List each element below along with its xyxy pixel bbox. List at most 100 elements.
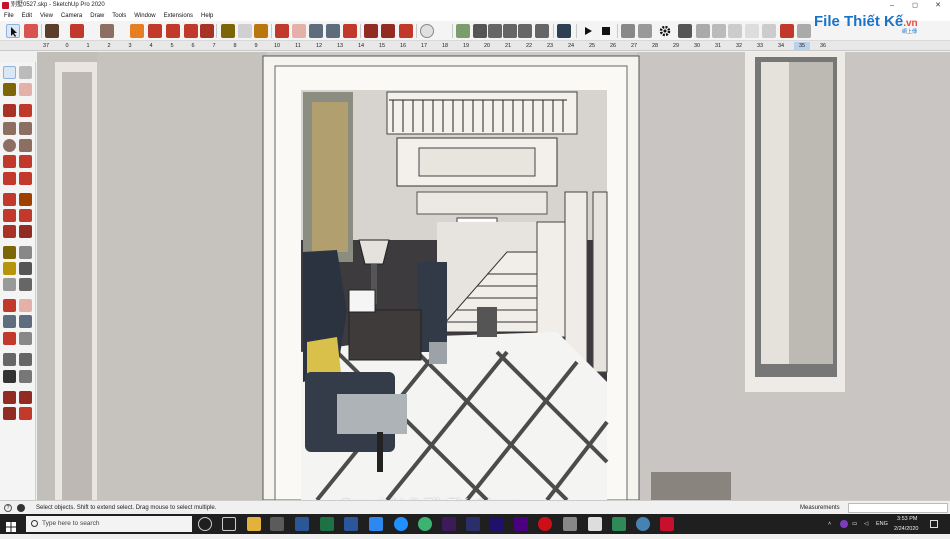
vray-extra-icon[interactable] <box>797 24 811 38</box>
scene-tab[interactable]: 8 <box>227 42 243 50</box>
rotated-rectangle-icon[interactable] <box>19 122 32 135</box>
scene-tab[interactable]: 20 <box>479 42 495 50</box>
render-setting-icon[interactable] <box>621 24 635 38</box>
cortana-icon[interactable] <box>198 517 212 531</box>
menu-edit[interactable]: Edit <box>18 11 36 21</box>
arc-tool-icon[interactable] <box>70 24 84 38</box>
tape-measure-tool-icon[interactable] <box>3 246 16 259</box>
scene-tab[interactable]: 37 <box>38 42 54 50</box>
vray-frame-buffer-icon[interactable] <box>780 24 794 38</box>
dimension-icon[interactable] <box>19 246 32 259</box>
scene-tab[interactable]: 36 <box>815 42 831 50</box>
vray-proxy-icon[interactable] <box>745 24 759 38</box>
scene-tab[interactable]: 7 <box>206 42 222 50</box>
scale-tool-icon[interactable] <box>200 24 214 38</box>
select-tool-icon[interactable] <box>6 24 20 38</box>
scene-tab[interactable]: 9 <box>248 42 264 50</box>
scene-tab[interactable]: 19 <box>458 42 474 50</box>
section-plane-icon[interactable] <box>19 370 32 383</box>
scene-tab[interactable]: 25 <box>584 42 600 50</box>
vray-mesh-icon[interactable] <box>762 24 776 38</box>
scene-tab[interactable]: 27 <box>626 42 642 50</box>
credits-icon[interactable] <box>17 504 25 512</box>
text-icon[interactable] <box>19 262 32 275</box>
scene-tab[interactable]: 33 <box>752 42 768 50</box>
rotate-icon[interactable] <box>3 209 16 222</box>
scene-tab[interactable]: 0 <box>59 42 75 50</box>
scene-tab[interactable]: 29 <box>668 42 684 50</box>
vray-dome-icon[interactable] <box>728 24 742 38</box>
zoom-tool-icon[interactable] <box>309 24 323 38</box>
move-tool-icon[interactable] <box>166 24 180 38</box>
user-account-icon[interactable] <box>420 24 434 38</box>
scene-tab[interactable]: 31 <box>710 42 726 50</box>
outlook-icon[interactable] <box>369 517 383 531</box>
scene-tab[interactable]: 3 <box>122 42 138 50</box>
offset-icon[interactable] <box>19 225 32 238</box>
scene-tab[interactable]: 14 <box>353 42 369 50</box>
after-effects-icon[interactable] <box>442 517 456 531</box>
view-iso-icon[interactable] <box>456 24 470 38</box>
scene-tab[interactable]: 21 <box>500 42 516 50</box>
store-icon[interactable] <box>270 517 284 531</box>
sketchup-taskbar-icon[interactable] <box>660 517 674 531</box>
vray-light-icon[interactable] <box>712 24 726 38</box>
opera-icon[interactable] <box>538 517 552 531</box>
view-front-icon[interactable] <box>488 24 502 38</box>
freehand-icon[interactable] <box>19 104 32 117</box>
word-icon[interactable] <box>344 517 358 531</box>
layout-send-icon[interactable] <box>399 24 413 38</box>
menu-help[interactable]: Help <box>197 11 217 21</box>
view-right-icon[interactable] <box>503 24 517 38</box>
play-icon[interactable] <box>581 24 595 38</box>
scene-tab[interactable]: 2 <box>101 42 117 50</box>
clock-date[interactable]: 2/24/2020 <box>894 519 918 539</box>
previous-view-icon[interactable] <box>19 332 32 345</box>
view-top-icon[interactable] <box>473 24 487 38</box>
two-point-arc-icon[interactable] <box>19 155 32 168</box>
follow-me-icon[interactable] <box>19 209 32 222</box>
evernote-icon[interactable] <box>612 517 626 531</box>
3d-text-icon[interactable] <box>19 278 32 291</box>
zoom-window-icon[interactable] <box>326 24 340 38</box>
photos-icon[interactable] <box>295 517 309 531</box>
scene-tab[interactable]: 23 <box>542 42 558 50</box>
scene-tab[interactable]: 12 <box>311 42 327 50</box>
warehouse-icon[interactable] <box>364 24 378 38</box>
model-viewport[interactable] <box>37 52 950 500</box>
eraser-icon[interactable] <box>19 83 32 96</box>
scene-tab[interactable]: 24 <box>563 42 579 50</box>
zoom-extents-tool-icon[interactable] <box>3 332 16 345</box>
menu-draw[interactable]: Draw <box>86 11 108 21</box>
scene-tab[interactable]: 32 <box>731 42 747 50</box>
windows-start-icon[interactable] <box>6 519 16 532</box>
axes-icon[interactable] <box>3 278 16 291</box>
close-button[interactable]: ✕ <box>928 0 948 11</box>
push-pull-tool-icon[interactable] <box>130 24 144 38</box>
network-icon[interactable]: ▭ <box>852 514 857 534</box>
line-icon[interactable] <box>3 104 16 117</box>
excel-icon[interactable] <box>320 517 334 531</box>
warehouse-tool-icon[interactable] <box>3 391 16 404</box>
scene-tab[interactable]: 15 <box>374 42 390 50</box>
three-point-arc-icon[interactable] <box>3 172 16 185</box>
scene-tab[interactable]: 16 <box>395 42 411 50</box>
scene-tab[interactable]: 13 <box>332 42 348 50</box>
view-back-icon[interactable] <box>518 24 532 38</box>
minimize-button[interactable]: – <box>882 0 902 11</box>
circle-icon[interactable] <box>3 139 16 152</box>
taskbar-search-input[interactable]: Type here to search <box>26 516 192 532</box>
language-indicator[interactable]: ENG <box>876 514 888 534</box>
scene-tab[interactable]: 11 <box>290 42 306 50</box>
premiere-pro-icon[interactable] <box>514 517 528 531</box>
menu-tools[interactable]: Tools <box>108 11 130 21</box>
scale-icon[interactable] <box>3 225 16 238</box>
push-pull-icon[interactable] <box>19 193 32 206</box>
walk-icon[interactable] <box>3 370 16 383</box>
premiere-icon[interactable] <box>490 517 504 531</box>
zoom-icon[interactable] <box>3 315 16 328</box>
select-icon[interactable] <box>3 66 16 79</box>
orbit-icon[interactable] <box>3 299 16 312</box>
scene-tab[interactable]: 22 <box>521 42 537 50</box>
scene-tab[interactable]: 28 <box>647 42 663 50</box>
